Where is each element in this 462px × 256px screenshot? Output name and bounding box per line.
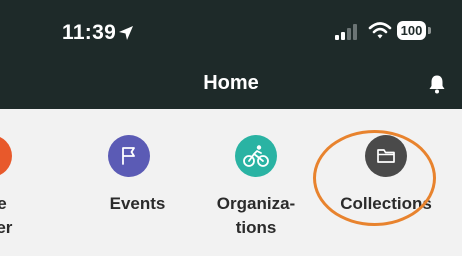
quick-link-label: Organiza- tions xyxy=(205,192,307,240)
quick-link-label: Collections xyxy=(330,192,442,216)
label-line-1: ute xyxy=(0,194,7,213)
quick-link-route-planner[interactable]: ute nner xyxy=(0,109,50,256)
location-arrow-icon xyxy=(117,24,135,47)
quick-link-events[interactable]: Events xyxy=(90,109,185,256)
quick-link-label: Events xyxy=(90,192,185,216)
wifi-icon xyxy=(368,21,392,45)
battery-icon: 100 xyxy=(397,21,426,40)
quick-link-collections[interactable]: Collections xyxy=(330,109,442,256)
label-line-2: tions xyxy=(235,218,277,237)
cyclist-icon xyxy=(235,135,277,177)
folder-icon xyxy=(365,135,407,177)
label-line-2: nner xyxy=(0,218,13,237)
quick-links-row[interactable]: ute nner Events Organiza- tions xyxy=(0,109,462,256)
quick-link-organizations[interactable]: Organiza- tions xyxy=(205,109,320,256)
label-line-1: Organiza- xyxy=(216,194,296,213)
battery-level: 100 xyxy=(400,23,423,38)
top-header: 11:39 100 Home xyxy=(0,0,462,109)
map-icon xyxy=(0,135,12,177)
label-line-1: Events xyxy=(109,194,166,213)
page-title: Home xyxy=(203,72,259,94)
label-line-1: Collections xyxy=(340,194,432,213)
signal-bars-icon xyxy=(335,24,357,45)
flag-icon xyxy=(108,135,150,177)
quick-link-label: ute nner xyxy=(0,192,18,240)
battery-cap xyxy=(428,27,431,34)
status-time: 11:39 xyxy=(62,21,117,44)
bell-icon[interactable] xyxy=(428,74,446,99)
